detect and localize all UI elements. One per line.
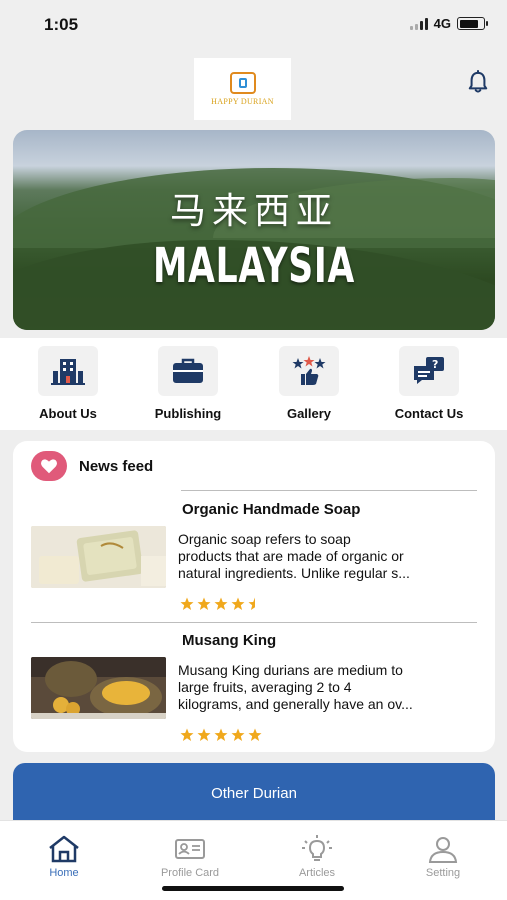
signal-icon xyxy=(409,17,428,30)
news-item-title: Musang King xyxy=(182,632,277,649)
star-icon xyxy=(197,728,211,741)
tab-articles-label: Articles xyxy=(298,867,336,879)
half-star-icon xyxy=(248,597,255,610)
contact-us-button[interactable]: ? Contact Us xyxy=(374,346,484,421)
home-icon xyxy=(49,835,79,863)
tab-setting-label: Setting xyxy=(425,867,461,879)
hero-banner[interactable]: 马来西亚 MALAYSIA xyxy=(13,130,495,330)
logo-mark-icon xyxy=(229,72,256,94)
news-item-description: Musang King durians are medium to large … xyxy=(178,662,476,713)
star-icon xyxy=(248,728,262,741)
star-rating xyxy=(180,597,262,611)
divider xyxy=(31,622,477,623)
tab-home-label: Home xyxy=(49,867,79,879)
news-item-description: Organic soap refers to soap products tha… xyxy=(178,531,476,582)
durian-thumbnail xyxy=(31,657,166,719)
news-item-desc-line: Organic soap refers to soap xyxy=(178,531,351,547)
star-icon xyxy=(231,597,245,610)
star-icon xyxy=(214,597,228,610)
star-icon xyxy=(231,728,245,741)
tab-profile-card[interactable]: Profile Card xyxy=(140,835,240,879)
heart-icon xyxy=(31,451,67,481)
news-item-desc-line: large fruits, averaging 2 to 4 xyxy=(178,679,352,695)
contact-us-label: Contact Us xyxy=(394,406,464,421)
publishing-label: Publishing xyxy=(154,406,222,421)
news-feed-card: News feed Organic Handmade Soap Organic … xyxy=(13,441,495,752)
star-rating xyxy=(180,728,262,742)
briefcase-icon xyxy=(158,346,218,396)
news-item-desc-line: natural ingredients. Unlike regular s... xyxy=(178,565,410,581)
banner-title-chinese: 马来西亚 xyxy=(169,191,338,232)
divider xyxy=(181,490,477,491)
network-type: 4G xyxy=(433,16,451,31)
person-icon xyxy=(428,837,458,863)
tab-setting[interactable]: Setting xyxy=(393,835,493,879)
about-us-button[interactable]: About Us xyxy=(13,346,123,421)
gallery-button[interactable]: Gallery xyxy=(254,346,364,421)
news-feed-header: News feed xyxy=(31,451,153,481)
star-icon xyxy=(180,597,194,610)
gallery-label: Gallery xyxy=(286,406,332,421)
bell-icon[interactable] xyxy=(467,70,489,94)
tab-home[interactable]: Home xyxy=(14,835,114,879)
news-item[interactable]: Organic Handmade Soap Organic soap refer… xyxy=(31,501,477,626)
news-item-desc-line: products that are made of organic or xyxy=(178,548,404,564)
news-item[interactable]: Musang King Musang King durians are medi… xyxy=(31,632,477,757)
star-icon xyxy=(214,728,228,741)
app-logo[interactable]: HAPPY DURIAN xyxy=(194,58,291,120)
star-icon xyxy=(197,597,211,610)
status-time: 1:05 xyxy=(44,15,79,34)
news-item-desc-line: kilograms, and generally have an ov... xyxy=(178,696,413,712)
about-us-label: About Us xyxy=(39,406,97,421)
banner-title-english: MALAYSIA xyxy=(153,238,355,294)
battery-icon xyxy=(457,17,488,30)
star-icon xyxy=(180,728,194,741)
quick-menu: About Us Publishing Gallery ? Contact Us xyxy=(0,338,507,430)
publishing-button[interactable]: Publishing xyxy=(133,346,243,421)
chat-question-icon: ? xyxy=(399,346,459,396)
other-durian-button[interactable]: Other Durian xyxy=(13,763,495,823)
building-icon xyxy=(38,346,98,396)
stars-thumbsup-icon xyxy=(279,346,339,396)
lightbulb-icon xyxy=(302,835,332,861)
id-card-icon xyxy=(175,839,205,859)
soap-thumbnail xyxy=(31,526,166,588)
app-header: HAPPY DURIAN xyxy=(0,50,507,120)
status-indicators: 4G xyxy=(409,16,488,31)
news-feed-title: News feed xyxy=(79,457,154,475)
tab-articles[interactable]: Articles xyxy=(267,835,367,879)
logo-text: HAPPY DURIAN xyxy=(211,97,274,106)
home-indicator xyxy=(162,886,344,891)
tab-profile-card-label: Profile Card xyxy=(160,867,220,879)
news-item-desc-line: Musang King durians are medium to xyxy=(178,662,403,678)
news-item-title: Organic Handmade Soap xyxy=(182,501,361,518)
status-bar: 1:05 4G xyxy=(0,0,507,50)
